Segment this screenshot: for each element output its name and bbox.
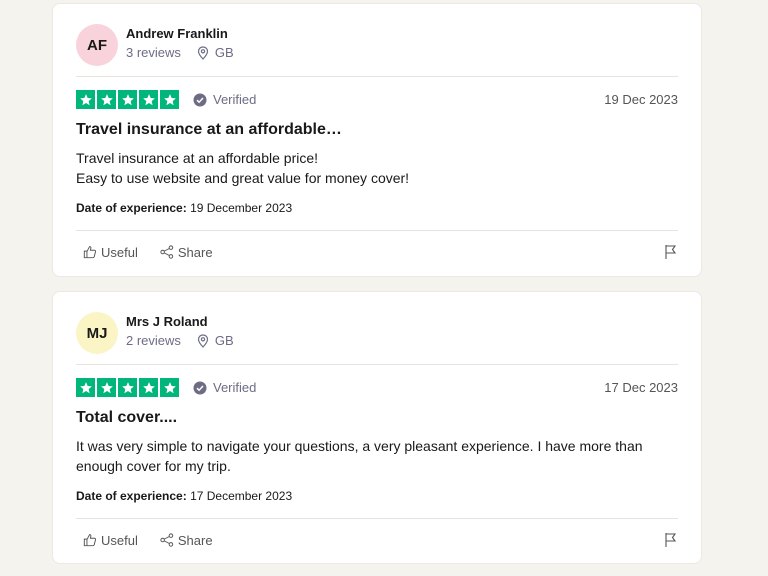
- verified-check-icon: [193, 381, 207, 395]
- star-icon: [160, 378, 179, 397]
- review-card: AF Andrew Franklin 3 reviews GB Verified…: [52, 3, 702, 277]
- verified-badge[interactable]: Verified: [193, 92, 256, 107]
- reviewer-meta: 3 reviews GB: [126, 45, 234, 60]
- thumbs-up-icon: [83, 534, 97, 547]
- review-date: 17 Dec 2023: [604, 380, 678, 395]
- useful-label: Useful: [101, 532, 138, 548]
- review-count: 3 reviews: [126, 45, 181, 60]
- star-rating: [76, 378, 179, 397]
- experience-label: Date of experience:: [76, 489, 187, 503]
- verified-label: Verified: [213, 92, 257, 107]
- review-title[interactable]: Total cover....: [76, 409, 177, 427]
- star-rating: [76, 90, 179, 109]
- thumbs-up-icon: [83, 246, 97, 259]
- useful-button[interactable]: Useful: [83, 245, 138, 260]
- star-icon: [97, 90, 116, 109]
- star-icon: [139, 90, 158, 109]
- review-title[interactable]: Travel insurance at an affordable…: [76, 121, 342, 139]
- star-icon: [139, 378, 158, 397]
- review-date: 19 Dec 2023: [604, 92, 678, 107]
- flag-icon[interactable]: [664, 532, 678, 548]
- divider: [76, 518, 678, 519]
- location-pin-icon: [197, 45, 209, 60]
- avatar[interactable]: AF: [76, 24, 118, 66]
- share-button[interactable]: Share: [160, 245, 213, 260]
- star-icon: [76, 378, 95, 397]
- star-icon: [118, 378, 137, 397]
- share-icon: [160, 533, 174, 547]
- share-label: Share: [177, 244, 213, 260]
- reviewer-name[interactable]: Mrs J Roland: [126, 314, 208, 329]
- divider: [76, 230, 678, 231]
- review-card: MJ Mrs J Roland 2 reviews GB Verified 17…: [52, 291, 702, 564]
- share-icon: [160, 245, 174, 259]
- reviewer-country: GB: [214, 333, 234, 348]
- star-icon: [76, 90, 95, 109]
- date-of-experience: Date of experience: 19 December 2023: [76, 201, 292, 215]
- verified-check-icon: [193, 93, 207, 107]
- useful-label: Useful: [101, 244, 138, 260]
- experience-date: 19 December 2023: [190, 201, 293, 215]
- experience-date: 17 December 2023: [190, 489, 293, 503]
- reviewer-name[interactable]: Andrew Franklin: [126, 26, 228, 41]
- flag-icon[interactable]: [664, 244, 678, 260]
- review-actions: Useful Share: [83, 532, 678, 548]
- useful-button[interactable]: Useful: [83, 533, 138, 548]
- review-body: Travel insurance at an affordable price!…: [76, 148, 681, 188]
- divider: [76, 364, 678, 365]
- avatar[interactable]: MJ: [76, 312, 118, 354]
- star-icon: [160, 90, 179, 109]
- share-label: Share: [177, 532, 213, 548]
- review-body-line: It was very simple to navigate your ques…: [76, 438, 643, 474]
- verified-label: Verified: [213, 380, 257, 395]
- reviewer-meta: 2 reviews GB: [126, 333, 234, 348]
- review-body-line: Travel insurance at an affordable price!: [76, 150, 319, 166]
- rating-row: Verified 17 Dec 2023: [76, 378, 678, 397]
- date-of-experience: Date of experience: 17 December 2023: [76, 489, 292, 503]
- star-icon: [97, 378, 116, 397]
- divider: [76, 76, 678, 77]
- rating-row: Verified 19 Dec 2023: [76, 90, 678, 109]
- share-button[interactable]: Share: [160, 533, 213, 548]
- review-actions: Useful Share: [83, 244, 678, 260]
- review-body: It was very simple to navigate your ques…: [76, 436, 681, 476]
- reviewer-country: GB: [214, 45, 234, 60]
- review-count: 2 reviews: [126, 333, 181, 348]
- experience-label: Date of experience:: [76, 201, 187, 215]
- star-icon: [118, 90, 137, 109]
- review-body-line: Easy to use website and great value for …: [76, 170, 410, 186]
- location-pin-icon: [197, 333, 209, 348]
- verified-badge[interactable]: Verified: [193, 380, 256, 395]
